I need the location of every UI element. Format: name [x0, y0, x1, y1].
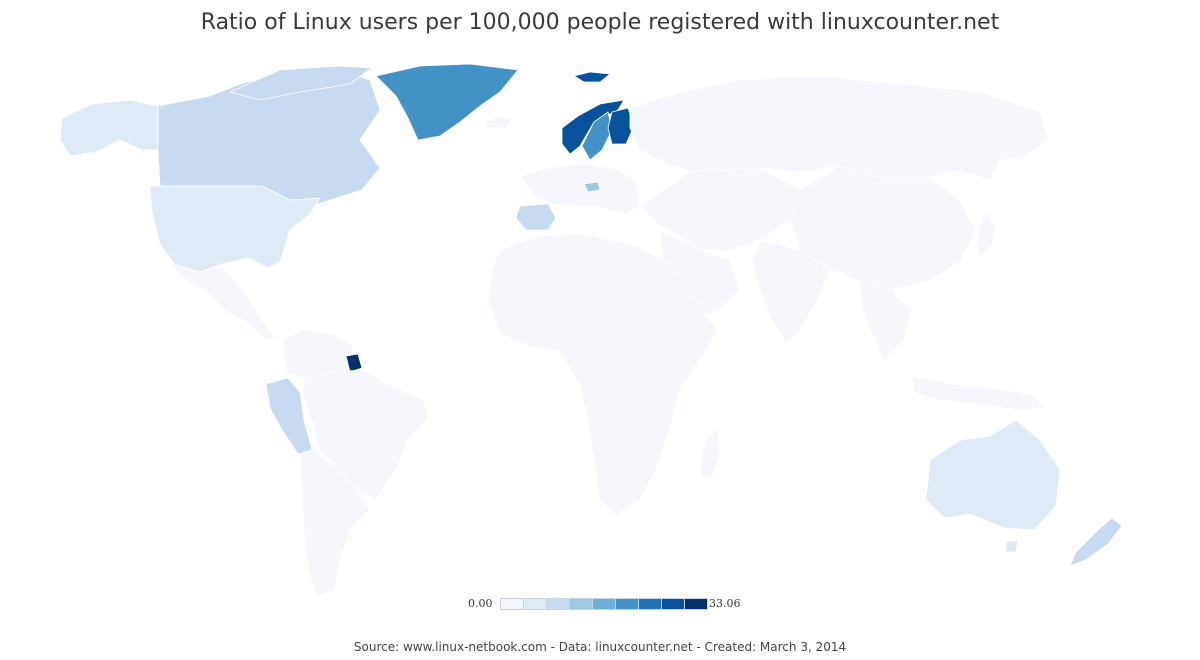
source-credit: Source: www.linux-netbook.com - Data: li…	[353, 640, 847, 654]
legend-swatch	[569, 598, 593, 610]
legend-swatch	[684, 598, 708, 610]
region-spain	[515, 203, 557, 231]
map-regions	[59, 63, 1123, 597]
region-southeast-asia	[859, 281, 913, 361]
region-australia	[925, 419, 1061, 531]
region-japan	[975, 211, 997, 257]
legend-max-label: 33.06	[709, 597, 741, 610]
region-mexico	[167, 261, 277, 341]
region-tasmania	[1005, 539, 1019, 553]
region-madagascar	[699, 427, 721, 479]
region-greenland	[375, 63, 519, 141]
legend-swatch	[592, 598, 616, 610]
legend-min-label: 0.00	[468, 597, 493, 610]
region-svalbard	[573, 71, 611, 83]
world-map	[59, 63, 1123, 597]
legend-swatch	[615, 598, 639, 610]
legend-swatch	[661, 598, 685, 610]
legend-color-scale	[500, 598, 708, 610]
legend-swatch	[638, 598, 662, 610]
legend-swatch	[523, 598, 547, 610]
legend-swatch	[500, 598, 524, 610]
region-alaska	[59, 99, 161, 157]
region-russia	[629, 75, 1049, 181]
legend-swatch	[546, 598, 570, 610]
region-new-zealand	[1069, 517, 1123, 567]
region-indonesia	[911, 375, 1047, 411]
region-iceland	[483, 115, 513, 129]
